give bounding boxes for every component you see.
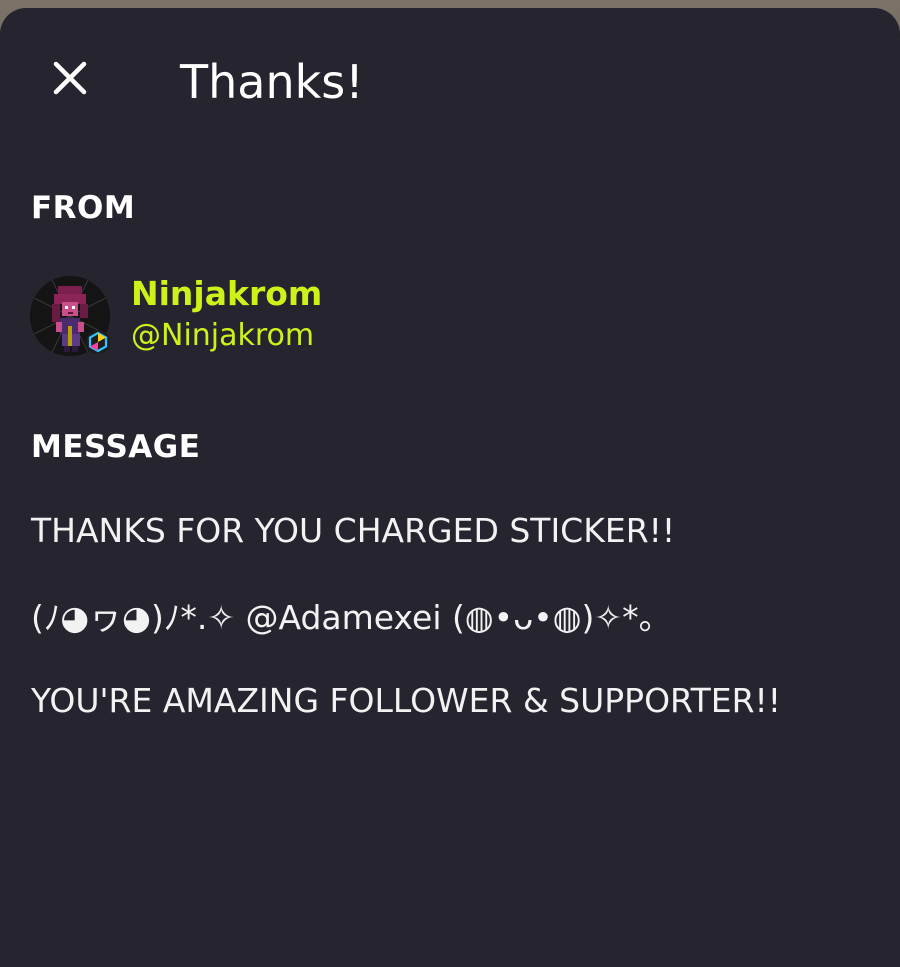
message-section-label: MESSAGE bbox=[31, 429, 201, 465]
message-text-line: THANKS FOR YOU CHARGED STICKER!! bbox=[31, 511, 676, 550]
sheet-title: Thanks! bbox=[180, 55, 364, 109]
sender-profile[interactable]: Ninjakrom @Ninjakrom bbox=[30, 274, 322, 358]
close-icon bbox=[53, 61, 87, 95]
verified-badge-icon bbox=[86, 330, 110, 354]
message-text-line: (ﾉ◕ヮ◕)ﾉ*.✧ @Adamexei (◍•ᴗ•◍)✧*。 bbox=[31, 598, 672, 637]
close-button[interactable] bbox=[40, 48, 100, 108]
message-text-line: YOU'RE AMAZING FOLLOWER & SUPPORTER!! bbox=[31, 681, 781, 720]
thanks-bottom-sheet: Thanks! FROM Ninjakrom @Ninjakrom MESSAG… bbox=[0, 8, 900, 967]
sender-name[interactable]: Ninjakrom bbox=[131, 274, 322, 314]
sender-handle[interactable]: @Ninjakrom bbox=[131, 314, 322, 358]
from-section-label: FROM bbox=[31, 190, 136, 226]
